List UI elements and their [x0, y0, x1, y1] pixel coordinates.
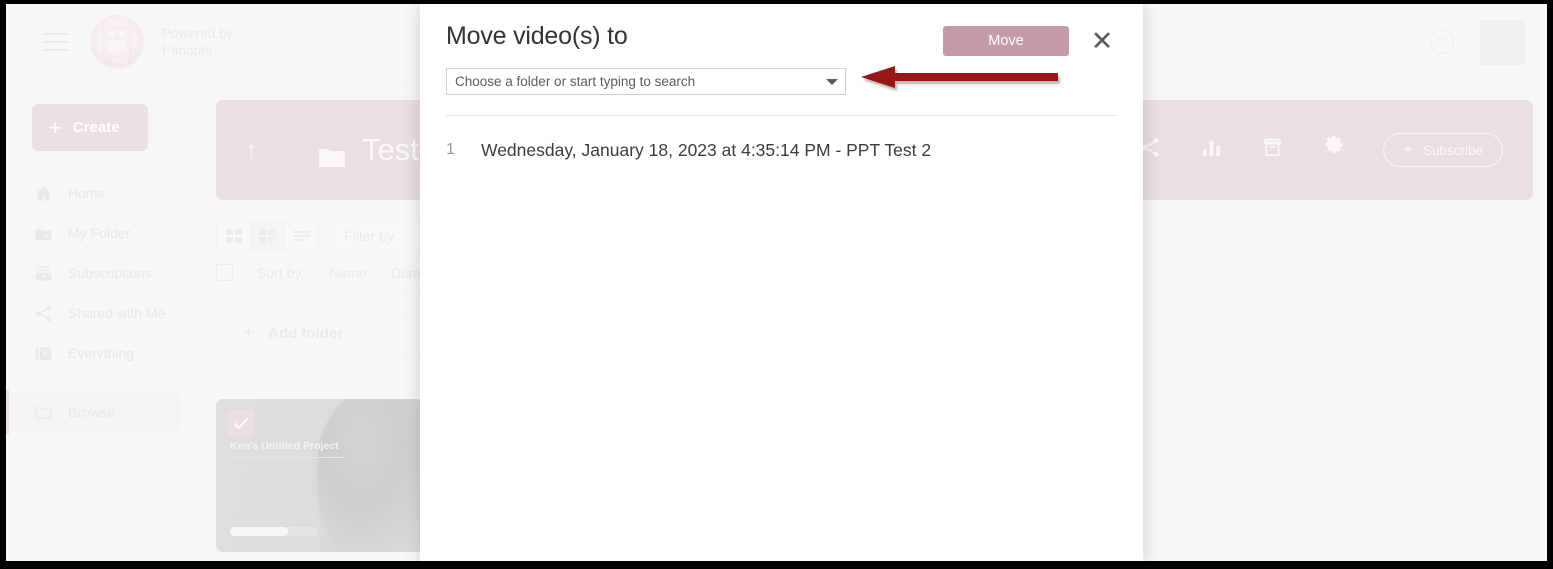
sidebar-item-label: My Folder — [68, 225, 131, 241]
video-card[interactable]: Ken's Untitled Project — [216, 399, 431, 552]
video-thumbnail — [317, 399, 431, 552]
sidebar-nav: Home My Folder Subscriptions Shared with… — [6, 173, 191, 434]
folder-header-actions: + Subscribe — [1139, 133, 1503, 167]
video-library-icon — [34, 344, 53, 363]
sort-by-label: Sort by: — [257, 264, 306, 281]
powered-by-line1: Powered by — [162, 26, 234, 41]
folder-icon — [34, 403, 53, 422]
sidebar-item-shared-with-me[interactable]: Shared with Me — [6, 293, 191, 333]
help-glyph: ? — [1437, 33, 1447, 51]
sidebar: + Create Home My Folder Subscriptions Sh… — [6, 81, 192, 561]
university-seal-logo[interactable] — [90, 15, 144, 69]
sidebar-item-label: Home — [68, 185, 106, 201]
top-bar-right-actions: ? — [1430, 19, 1525, 65]
filter-placeholder: Filter by ... — [344, 228, 410, 244]
select-all-checkbox[interactable] — [216, 264, 233, 281]
create-button[interactable]: + Create — [32, 104, 148, 151]
sidebar-item-browse[interactable]: Browse — [6, 390, 181, 434]
dialog-title-row: Move video(s) to Move ✕ — [446, 22, 1117, 56]
plus-icon: + — [243, 322, 255, 343]
subscribe-button-label: Subscribe — [1422, 142, 1483, 158]
red-left-arrow-annotation — [861, 64, 1058, 90]
help-circle-icon[interactable]: ? — [1430, 30, 1454, 54]
seal-detail — [108, 30, 126, 37]
powered-by-text: Powered by Panopto — [162, 25, 233, 59]
add-folder-label: Add folder — [268, 324, 344, 342]
video-card-title: Ken's Untitled Project — [230, 440, 345, 458]
sidebar-item-my-folder[interactable]: My Folder — [6, 213, 191, 253]
view-mode-group — [216, 222, 318, 250]
stats-bar-chart-icon[interactable] — [1200, 136, 1223, 164]
chevron-down-icon[interactable] — [818, 68, 846, 95]
sidebar-item-everything[interactable]: Everything — [6, 333, 191, 373]
subscriptions-icon — [34, 264, 53, 283]
arrow-up-icon[interactable]: ↑ — [216, 100, 288, 200]
dialog-header-actions: Move ✕ — [943, 22, 1117, 56]
list-item: 1 Wednesday, January 18, 2023 at 4:35:14… — [446, 134, 1117, 166]
dialog-header: Move video(s) to Move ✕ Choose a folder … — [420, 4, 1143, 116]
sidebar-item-label: Shared with Me — [68, 305, 166, 321]
folder-select-placeholder: Choose a folder or start typing to searc… — [455, 74, 696, 89]
move-button[interactable]: Move — [943, 26, 1069, 56]
grid-view-icon[interactable] — [216, 222, 250, 250]
create-button-label: Create — [72, 119, 120, 136]
subscribe-button[interactable]: + Subscribe — [1383, 133, 1503, 167]
folder-star-icon — [34, 224, 53, 243]
archive-icon[interactable] — [1261, 136, 1284, 164]
share-nodes-icon — [34, 304, 53, 323]
dialog-title: Move video(s) to — [446, 22, 628, 50]
sidebar-item-label: Subscriptions — [68, 265, 153, 281]
close-icon[interactable]: ✕ — [1087, 26, 1117, 56]
sidebar-item-subscriptions[interactable]: Subscriptions — [6, 253, 191, 293]
home-icon — [34, 184, 53, 203]
compact-list-view-icon[interactable] — [284, 222, 318, 250]
list-item-index: 1 — [446, 141, 455, 158]
plus-icon: + — [49, 114, 62, 140]
avatar[interactable] — [1480, 19, 1525, 65]
caret-triangle — [826, 78, 838, 85]
video-progress-bar — [230, 527, 318, 536]
powered-by-line2: Panopto — [162, 43, 213, 58]
selected-videos-list: 1 Wednesday, January 18, 2023 at 4:35:14… — [420, 116, 1143, 166]
folder-icon — [319, 140, 345, 167]
sort-option-name[interactable]: Name — [329, 265, 366, 281]
folder-search-select[interactable]: Choose a folder or start typing to searc… — [446, 68, 846, 95]
plus-icon: + — [1403, 140, 1413, 159]
hamburger-menu-icon[interactable] — [42, 33, 68, 51]
sidebar-divider — [34, 382, 163, 383]
sidebar-item-label: Browse — [68, 404, 115, 420]
sidebar-item-label: Everything — [68, 345, 135, 361]
list-item-name: Wednesday, January 18, 2023 at 4:35:14 P… — [481, 139, 932, 160]
app-window: Powered by Panopto ? + Create Home My Fo… — [6, 4, 1547, 561]
sidebar-item-home[interactable]: Home — [6, 173, 191, 213]
video-card-checkbox[interactable] — [228, 410, 254, 436]
detail-list-view-icon[interactable] — [250, 222, 284, 250]
settings-gear-icon[interactable] — [1322, 135, 1345, 164]
